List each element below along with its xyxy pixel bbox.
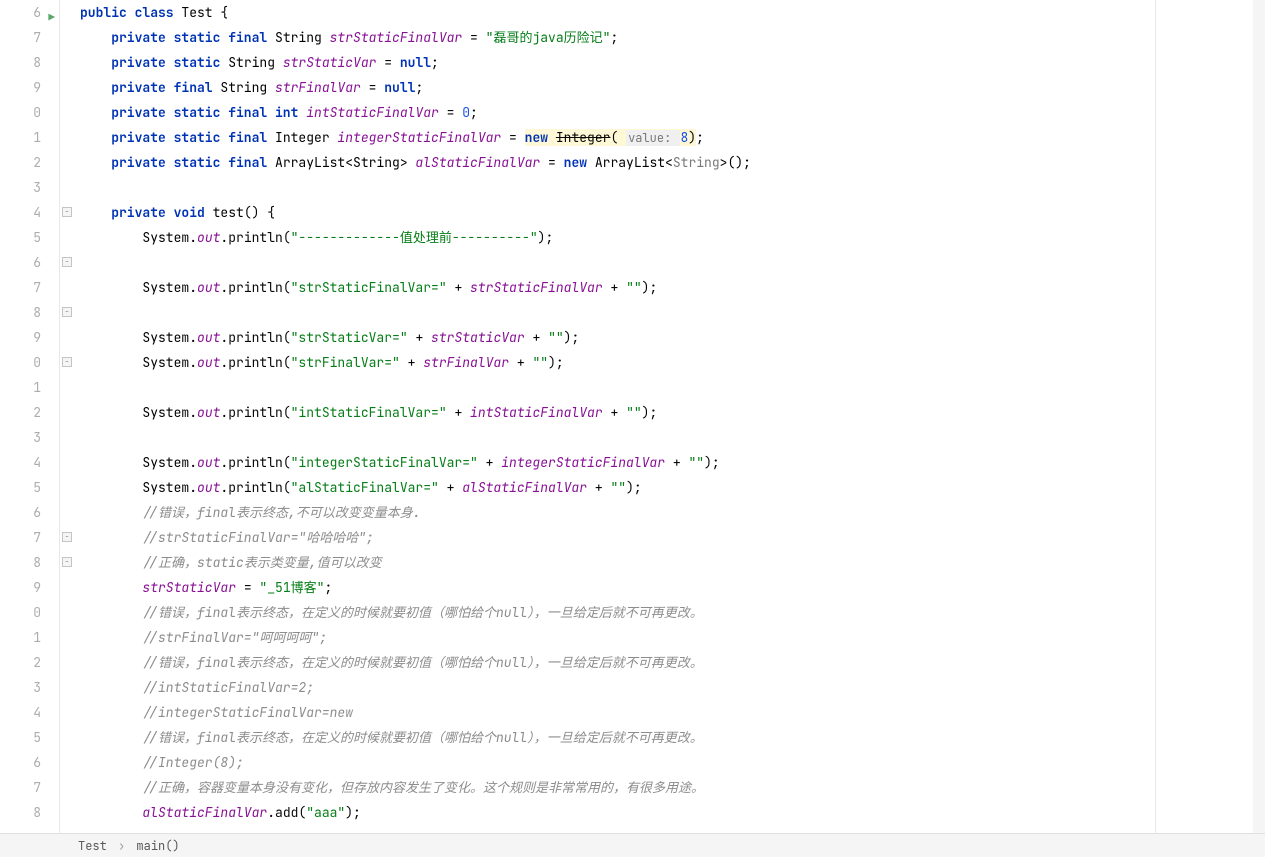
line-number[interactable]: 9 [0,575,41,600]
vertical-scrollbar[interactable] [1253,0,1265,833]
fold-toggle-icon[interactable]: − [62,357,72,367]
line-number[interactable]: 0 [0,100,41,125]
line-number[interactable]: 7 [0,275,41,300]
code-line[interactable]: strStaticVar = "_51博客"; [80,575,1265,600]
code-line[interactable]: //错误，final表示终态，在定义的时候就要初值（哪怕给个null），一旦给定… [80,725,1265,750]
fold-toggle-icon[interactable]: − [62,257,72,267]
line-number[interactable]: 7 [0,525,41,550]
line-number[interactable]: 4 [0,450,41,475]
line-number[interactable]: 7 [0,25,41,50]
code-line[interactable]: System.out.println("strStaticVar=" + str… [80,325,1265,350]
line-number[interactable]: 1 [0,125,41,150]
code-line[interactable]: //strStaticFinalVar="哈哈哈哈"; [80,525,1265,550]
code-line[interactable]: //正确，static表示类变量,值可以改变 [80,550,1265,575]
line-number[interactable]: 6▶ [0,0,41,25]
code-line[interactable]: //错误，final表示终态，在定义的时候就要初值（哪怕给个null），一旦给定… [80,600,1265,625]
line-number[interactable]: 6 [0,500,41,525]
line-number[interactable]: 9 [0,75,41,100]
code-line[interactable] [80,425,1265,450]
code-line[interactable]: private static String strStaticVar = nul… [80,50,1265,75]
line-number[interactable]: 6 [0,250,41,275]
line-number[interactable]: 3 [0,675,41,700]
line-number[interactable]: 3 [0,175,41,200]
run-icon[interactable]: ▶ [48,6,55,31]
code-line[interactable]: alStaticFinalVar.add("aaa"); [80,800,1265,825]
line-number[interactable]: 9 [0,325,41,350]
code-editor[interactable]: public class Test { private static final… [74,0,1265,833]
code-line[interactable] [80,175,1265,200]
line-number[interactable]: 5 [0,725,41,750]
code-line[interactable]: private final String strFinalVar = null; [80,75,1265,100]
line-number[interactable]: 3 [0,425,41,450]
line-number[interactable]: 4 [0,200,41,225]
code-line[interactable]: //错误，final表示终态，在定义的时候就要初值（哪怕给个null），一旦给定… [80,650,1265,675]
line-number[interactable]: 4 [0,700,41,725]
line-number[interactable]: 7 [0,775,41,800]
code-line[interactable]: System.out.println("alStaticFinalVar=" +… [80,475,1265,500]
code-line[interactable]: //intStaticFinalVar=2; [80,675,1265,700]
code-line[interactable]: //strFinalVar="呵呵呵呵"; [80,625,1265,650]
code-line[interactable]: private static final Integer integerStat… [80,125,1265,150]
code-line[interactable]: System.out.println("strStaticFinalVar=" … [80,275,1265,300]
code-line[interactable]: public class Test { [80,0,1265,25]
line-number[interactable]: 0 [0,600,41,625]
line-number[interactable]: 5 [0,225,41,250]
line-number[interactable]: 5 [0,475,41,500]
fold-gutter[interactable]: − − − − − − [60,0,74,833]
code-line[interactable]: //正确，容器变量本身没有变化，但存放内容发生了变化。这个规则是非常常用的，有很… [80,775,1265,800]
code-line[interactable]: //integerStaticFinalVar=new [80,700,1265,725]
fold-toggle-icon[interactable]: − [62,207,72,217]
breadcrumb-item[interactable]: main() [136,838,179,854]
code-line[interactable]: private void test() { [80,200,1265,225]
right-margin-guide [1155,0,1156,833]
line-number[interactable]: 1 [0,625,41,650]
line-number[interactable]: 6 [0,750,41,775]
code-line[interactable]: System.out.println("integerStaticFinalVa… [80,450,1265,475]
code-line[interactable]: System.out.println("-------------值处理前---… [80,225,1265,250]
breadcrumb-item[interactable]: Test [78,838,107,854]
line-number[interactable]: 0 [0,350,41,375]
line-number[interactable]: 2 [0,650,41,675]
code-line[interactable]: private static final int intStaticFinalV… [80,100,1265,125]
code-line[interactable]: private static final ArrayList<String> a… [80,150,1265,175]
code-line[interactable]: //错误，final表示终态,不可以改变变量本身. [80,500,1265,525]
fold-toggle-icon[interactable]: − [62,307,72,317]
code-line[interactable] [80,375,1265,400]
chevron-right-icon: › [118,838,125,854]
code-line[interactable]: System.out.println("intStaticFinalVar=" … [80,400,1265,425]
code-line[interactable]: System.out.println("strFinalVar=" + strF… [80,350,1265,375]
line-number[interactable]: 2 [0,150,41,175]
code-line[interactable] [80,250,1265,275]
code-line[interactable]: private static final String strStaticFin… [80,25,1265,50]
line-number[interactable]: 8 [0,550,41,575]
editor-container: 6▶78901234567890123456789012345678 −−−−−… [0,0,1265,833]
fold-toggle-icon[interactable]: − [62,532,72,542]
fold-toggle-icon[interactable]: − [62,557,72,567]
code-line[interactable]: //Integer(8); [80,750,1265,775]
line-number[interactable]: 8 [0,50,41,75]
line-number[interactable]: 2 [0,400,41,425]
line-number[interactable]: 1 [0,375,41,400]
breadcrumb-bar[interactable]: Test › main() [0,833,1265,857]
code-line[interactable] [80,300,1265,325]
line-number-gutter[interactable]: 6▶78901234567890123456789012345678 [0,0,60,833]
line-number[interactable]: 8 [0,300,41,325]
line-number[interactable]: 8 [0,800,41,825]
